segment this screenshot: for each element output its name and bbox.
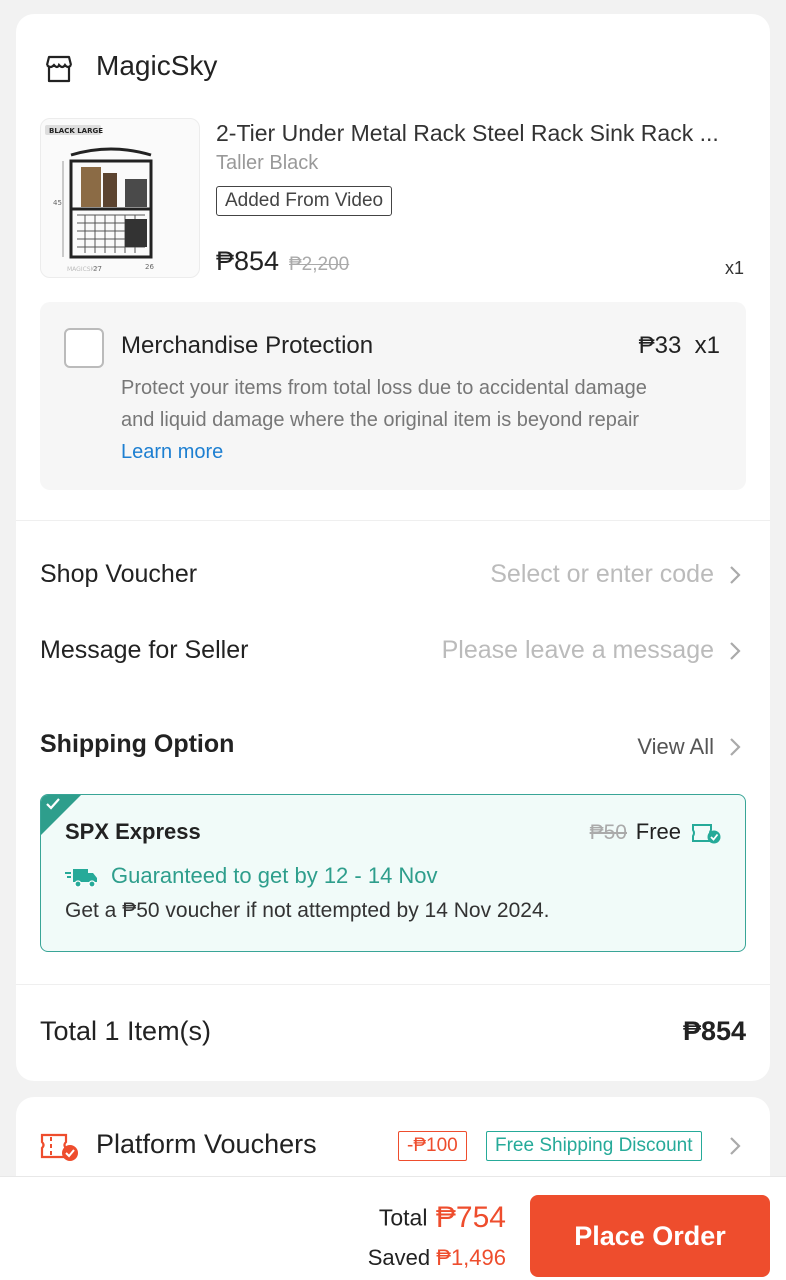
checkout-total: Total ₱754 [379, 1201, 506, 1235]
protection-quantity: x1 [694, 332, 720, 359]
shipping-carrier: SPX Express [65, 819, 201, 844]
merchandise-protection-box: Merchandise Protection ₱33 x1 Protect yo… [40, 302, 746, 490]
shop-voucher-input[interactable]: Select or enter code [490, 560, 714, 589]
checkout-total-value: ₱754 [435, 1201, 506, 1234]
platform-voucher-icon [40, 1133, 78, 1161]
chevron-right-icon[interactable] [728, 1135, 742, 1157]
protection-price-qty: ₱33 x1 [639, 332, 720, 360]
checkout-saved-value: ₱1,496 [436, 1245, 506, 1270]
checkout-saved: Saved ₱1,496 [368, 1245, 506, 1271]
free-shipping-badge: Free Shipping Discount [486, 1131, 702, 1161]
metal-rack-image: BLACK LARGE 45 27 26 MAGICSKY [45, 125, 154, 273]
added-from-video-badge: Added From Video [216, 186, 393, 216]
delivery-guarantee: Guaranteed to get by 12 - 14 Nov [111, 863, 438, 888]
shop-order-card: MagicSky BLACK LARGE 45 27 26 MAGICSKY 2… [16, 14, 770, 1081]
protection-description: Protect your items from total loss due t… [121, 372, 681, 468]
divider [16, 984, 770, 985]
product-image[interactable]: BLACK LARGE 45 27 26 MAGICSKY [40, 118, 200, 278]
chevron-right-icon[interactable] [728, 564, 742, 586]
svg-text:26: 26 [145, 263, 154, 271]
discount-voucher-badge: -₱100 [398, 1131, 467, 1161]
shop-name[interactable]: MagicSky [96, 50, 217, 82]
product-variant: Taller Black [216, 152, 319, 174]
product-price: ₱854 [216, 246, 280, 276]
shipping-option-card[interactable]: SPX Express ₱50 Free Guaranteed to get b… [40, 794, 746, 952]
learn-more-link[interactable]: Learn more [121, 441, 223, 463]
svg-text:45: 45 [53, 199, 62, 207]
svg-text:MAGICSKY: MAGICSKY [67, 266, 98, 273]
checkout-bar: Total ₱754 Saved ₱1,496 Place Order [0, 1176, 786, 1280]
checkout-total-label: Total [378, 1204, 428, 1231]
protection-checkbox[interactable] [64, 328, 104, 368]
check-icon [46, 798, 60, 810]
place-order-button[interactable]: Place Order [530, 1195, 770, 1277]
product-quantity: x1 [724, 258, 744, 278]
protection-description-text: Protect your items from total loss due t… [121, 377, 647, 431]
shipping-voucher-note: Get a ₱50 voucher if not attempted by 14… [65, 899, 550, 922]
protection-title: Merchandise Protection [121, 332, 374, 359]
message-for-seller-label[interactable]: Message for Seller [40, 636, 248, 665]
order-total-value: ₱854 [682, 1016, 746, 1046]
protection-price: ₱33 [638, 332, 682, 359]
order-total-label: Total 1 Item(s) [40, 1016, 212, 1046]
shipping-original-fee: ₱50 [589, 821, 627, 844]
divider [16, 520, 770, 521]
product-original-price: ₱2,200 [289, 254, 350, 275]
view-all-shipping-link[interactable]: View All [637, 734, 714, 760]
platform-vouchers-label[interactable]: Platform Vouchers [96, 1129, 317, 1160]
shop-icon [45, 55, 73, 83]
chevron-right-icon[interactable] [728, 736, 742, 758]
svg-text:BLACK LARGE: BLACK LARGE [49, 127, 103, 135]
message-for-seller-input[interactable]: Please leave a message [442, 636, 714, 665]
shipping-fee: Free [635, 819, 681, 844]
checkout-saved-label: Saved [367, 1245, 431, 1270]
product-title[interactable]: 2-Tier Under Metal Rack Steel Rack Sink … [216, 120, 736, 147]
delivery-truck-icon [65, 869, 97, 888]
free-shipping-voucher-icon [692, 824, 721, 844]
shop-voucher-label[interactable]: Shop Voucher [40, 560, 197, 589]
chevron-right-icon[interactable] [728, 640, 742, 662]
shipping-option-title: Shipping Option [40, 730, 235, 758]
